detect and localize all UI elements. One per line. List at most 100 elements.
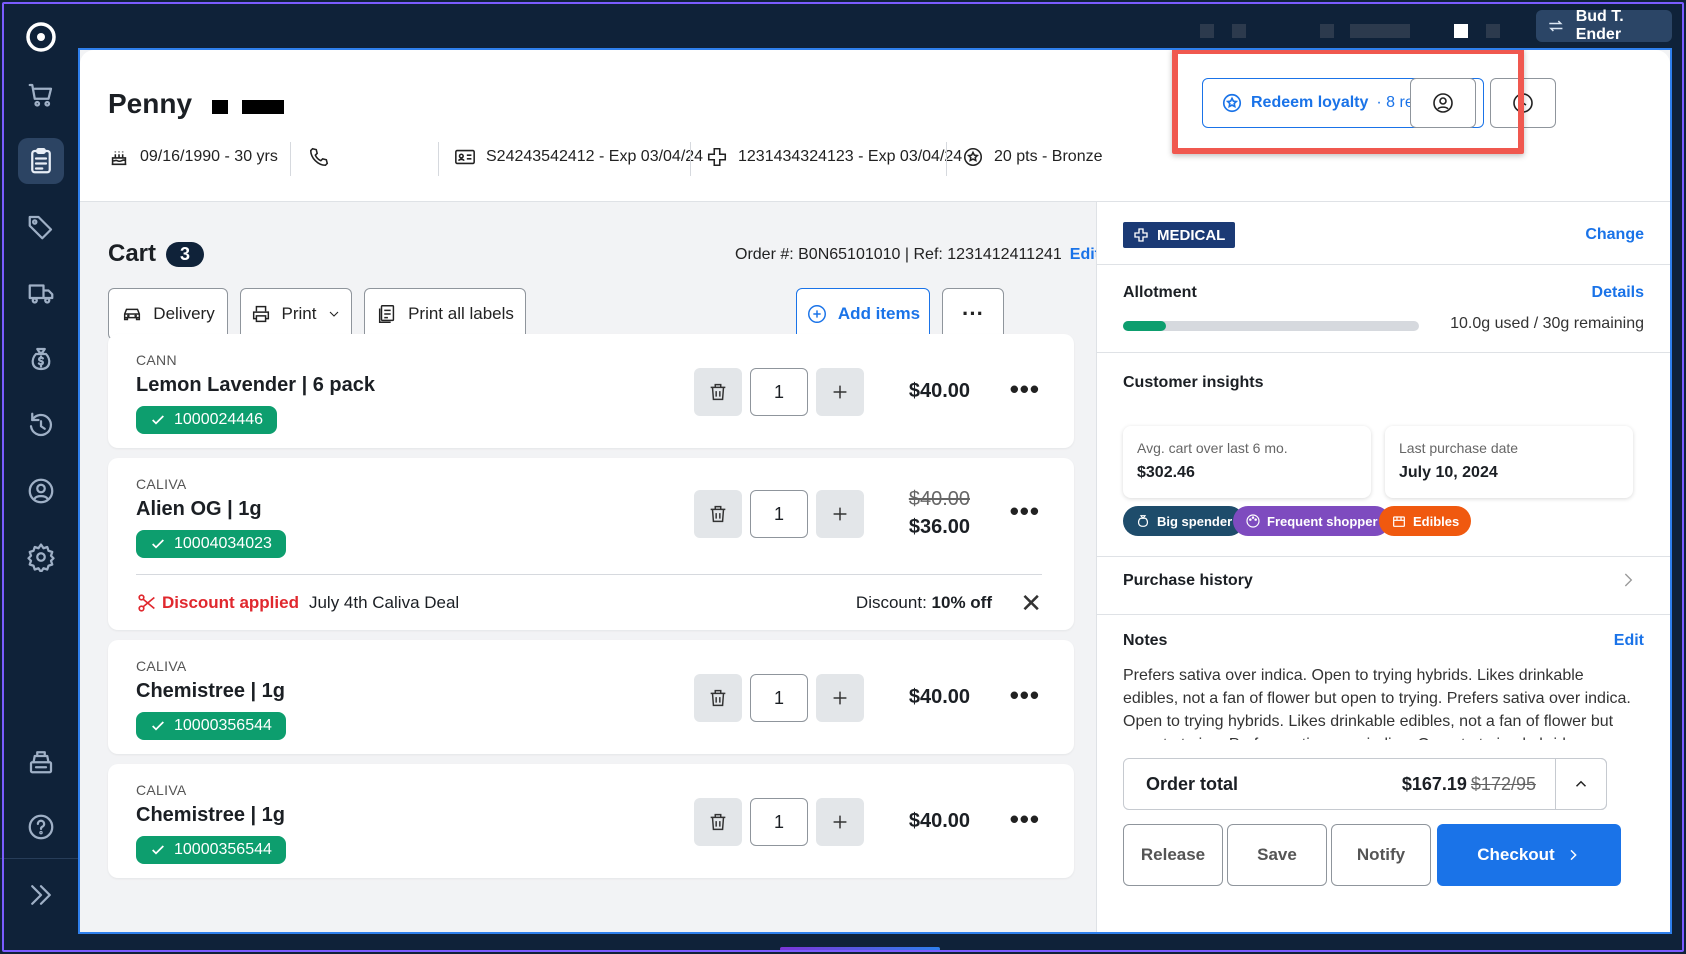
divider bbox=[438, 142, 439, 176]
phone-field[interactable] bbox=[308, 146, 330, 168]
change-link[interactable]: Change bbox=[1585, 226, 1644, 244]
plus-icon bbox=[833, 385, 847, 399]
delivery-button[interactable]: Delivery bbox=[108, 288, 228, 340]
order-total-label: Order total bbox=[1146, 773, 1239, 794]
increase-quantity-button[interactable] bbox=[816, 798, 864, 846]
section-divider bbox=[1097, 614, 1670, 615]
increase-quantity-button[interactable] bbox=[816, 368, 864, 416]
item-name: Chemistree | 1g bbox=[136, 804, 285, 826]
car-icon bbox=[124, 308, 141, 321]
main-frame: Penny 09/16/1990 - 30 yrs S24243542412 -… bbox=[78, 48, 1672, 934]
item-sku: 10000356544 bbox=[174, 841, 272, 858]
trash-icon bbox=[710, 813, 726, 831]
plus-circle-icon bbox=[807, 305, 826, 323]
checkout-button[interactable]: Checkout bbox=[1437, 824, 1621, 886]
item-name: Chemistree | 1g bbox=[136, 680, 285, 702]
more-options-button[interactable]: ··· bbox=[942, 288, 1004, 340]
increase-quantity-button[interactable] bbox=[816, 490, 864, 538]
user-name: Bud T. Ender bbox=[1575, 8, 1624, 43]
add-items-label: Add items bbox=[837, 304, 921, 323]
delete-item-button[interactable] bbox=[694, 674, 742, 722]
item-original-price: $40.00 bbox=[908, 488, 970, 510]
allotment-details-link[interactable]: Details bbox=[1592, 284, 1644, 302]
print-label: Print bbox=[281, 304, 317, 323]
customer-name: Penny bbox=[108, 88, 193, 119]
orders-nav-icon[interactable] bbox=[18, 138, 64, 184]
home-indicator bbox=[780, 947, 940, 951]
item-more-button[interactable]: ••• bbox=[1010, 374, 1040, 405]
insights-title: Customer insights bbox=[1123, 374, 1264, 391]
register-nav-icon[interactable] bbox=[18, 738, 64, 784]
tag-frequent-shopper: Frequent shopper bbox=[1233, 506, 1390, 536]
discount-amount: 10% off bbox=[931, 593, 992, 612]
cake-icon bbox=[111, 151, 127, 166]
avg-cart-card: Avg. cart over last 6 mo. $302.46 bbox=[1123, 426, 1371, 498]
customer-panel: MEDICAL Change Allotment Details 10.0g u… bbox=[1096, 202, 1670, 932]
item-name: Alien OG | 1g bbox=[136, 498, 262, 520]
quantity-input[interactable]: 1 bbox=[750, 798, 808, 846]
help-nav-icon[interactable] bbox=[18, 804, 64, 850]
item-brand: CALIVA bbox=[136, 658, 187, 674]
expand-total-button[interactable] bbox=[1555, 758, 1607, 810]
palette-icon bbox=[1246, 514, 1260, 528]
settings-nav-icon[interactable] bbox=[18, 534, 64, 580]
last-purchase-label: Last purchase date bbox=[1399, 440, 1519, 456]
cart-count-badge: 3 bbox=[166, 241, 205, 267]
notify-button[interactable]: Notify bbox=[1331, 824, 1431, 886]
discount-amount-label: Discount: bbox=[855, 593, 927, 612]
cart-item: CALIVA Chemistree | 1g 10000356544 1 $40… bbox=[108, 640, 1074, 754]
candy-box-icon bbox=[1393, 516, 1405, 527]
app-logo-icon bbox=[26, 22, 56, 52]
save-button[interactable]: Save bbox=[1227, 824, 1327, 886]
remove-discount-close-icon[interactable]: ✕ bbox=[1020, 588, 1042, 619]
increase-quantity-button[interactable] bbox=[816, 674, 864, 722]
item-more-button[interactable]: ••• bbox=[1010, 680, 1040, 711]
item-more-button[interactable]: ••• bbox=[1010, 496, 1040, 527]
cart-nav-icon[interactable] bbox=[18, 72, 64, 118]
discount-amount-wrap: Discount: 10% off bbox=[856, 593, 992, 613]
delivery-nav-icon[interactable] bbox=[18, 270, 64, 316]
add-items-button[interactable]: Add items bbox=[796, 288, 930, 340]
quantity-input[interactable]: 1 bbox=[750, 490, 808, 538]
customers-nav-icon[interactable] bbox=[18, 468, 64, 514]
delete-item-button[interactable] bbox=[694, 490, 742, 538]
delete-item-button[interactable] bbox=[694, 368, 742, 416]
redacted-block bbox=[1454, 24, 1468, 38]
edit-notes-link[interactable]: Edit bbox=[1614, 632, 1644, 650]
quantity-input[interactable]: 1 bbox=[750, 674, 808, 722]
item-more-button[interactable]: ••• bbox=[1010, 804, 1040, 835]
quantity-input[interactable]: 1 bbox=[750, 368, 808, 416]
section-divider bbox=[1097, 352, 1670, 353]
labels-icon bbox=[379, 305, 395, 323]
sidebar-divider bbox=[0, 858, 78, 859]
cart-item: CALIVA Alien OG | 1g 10004034023 1 $40.0… bbox=[108, 458, 1074, 630]
item-price: $40.00 bbox=[908, 810, 970, 832]
expand-sidebar-icon[interactable] bbox=[18, 872, 64, 918]
tag-edibles: Edibles bbox=[1379, 506, 1472, 536]
user-switch-button[interactable]: Bud T. Ender bbox=[1536, 8, 1672, 43]
redacted-block bbox=[1200, 24, 1214, 38]
chevron-up-icon bbox=[1575, 780, 1587, 787]
release-button[interactable]: Release bbox=[1123, 824, 1223, 886]
purchase-history-link[interactable]: Purchase history bbox=[1123, 572, 1253, 590]
allotment-text: 10.0g used / 30g remaining bbox=[1450, 315, 1644, 332]
cart-item: CALIVA Chemistree | 1g 10000356544 1 $40… bbox=[108, 764, 1074, 878]
notes-text: Prefers sativa over indica. Open to tryi… bbox=[1123, 667, 1631, 740]
divider bbox=[290, 142, 291, 176]
chevron-right-icon[interactable] bbox=[1620, 572, 1636, 588]
order-total-amount-wrap: $167.19 $172/95 bbox=[1402, 774, 1536, 795]
print-dropdown-button[interactable]: Print bbox=[240, 288, 352, 340]
print-all-labels-button[interactable]: Print all labels bbox=[364, 288, 526, 340]
dob-field: 09/16/1990 - 30 yrs bbox=[108, 146, 278, 168]
tags-nav-icon[interactable] bbox=[18, 204, 64, 250]
money-bag-nav-icon[interactable] bbox=[18, 336, 64, 382]
plus-icon bbox=[833, 691, 847, 705]
medical-id-text: 1231434324123 - Exp 03/04/24 bbox=[738, 148, 963, 165]
divider bbox=[946, 142, 947, 176]
discount-row: Discount applied July 4th Caliva Deal Di… bbox=[136, 588, 1042, 619]
check-icon bbox=[152, 415, 164, 425]
history-nav-icon[interactable] bbox=[18, 402, 64, 448]
item-sku-badge: 10000356544 bbox=[136, 836, 286, 864]
dob-text: 09/16/1990 - 30 yrs bbox=[140, 148, 278, 165]
delete-item-button[interactable] bbox=[694, 798, 742, 846]
